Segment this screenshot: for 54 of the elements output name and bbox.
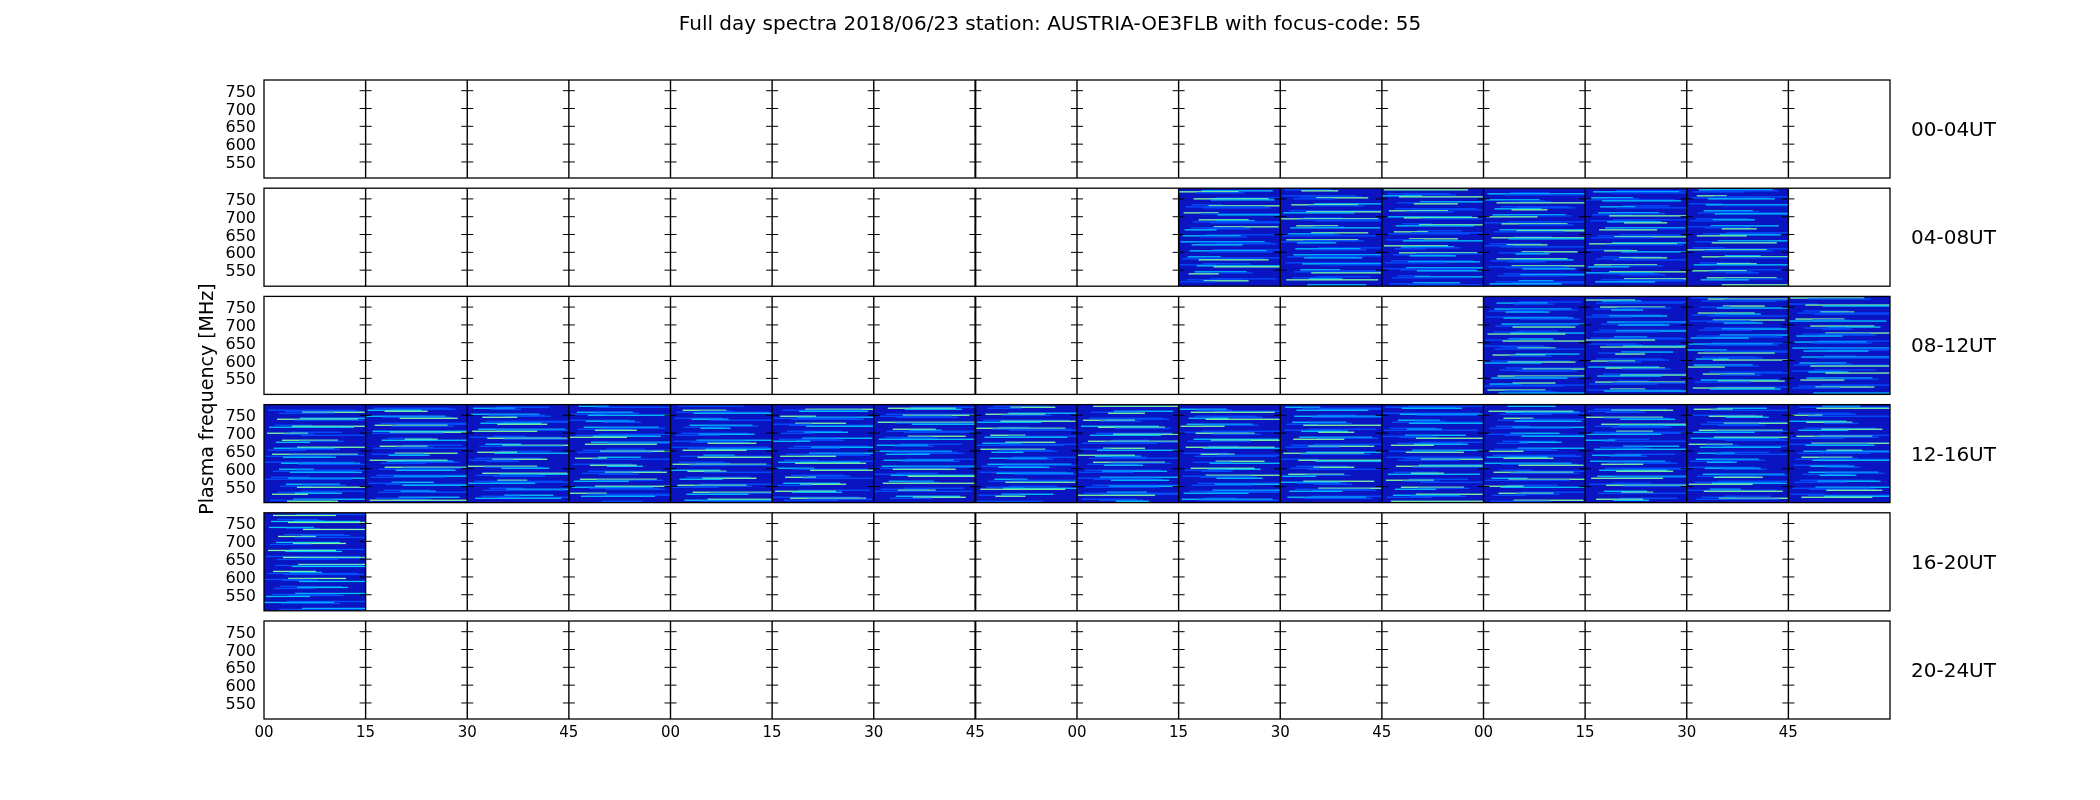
tick-label: 45 [559,723,579,741]
tick-label: 650 [225,117,256,137]
tick-label: 700 [225,640,256,660]
row-label: 04-08UT [1911,225,1996,250]
tick-label: 600 [225,676,256,696]
tick-label: 700 [225,315,256,335]
tick-label: 650 [225,658,256,678]
tick-label: 550 [225,261,256,281]
tick-label: 600 [225,567,256,587]
tick-label: 45 [1778,723,1798,741]
row-label: 08-12UT [1911,333,1996,358]
tick-label: 600 [225,135,256,155]
tick-label: 700 [225,424,256,444]
tick-label: 550 [225,477,256,497]
tick-label: 750 [225,298,256,318]
tick-label: 750 [225,514,256,534]
tick-label: 00 [660,723,681,741]
row-label: 00-04UT [1911,117,1996,141]
row-label: 20-24UT [1911,658,1996,682]
tick-label: 650 [225,550,256,570]
tick-label: 30 [457,723,477,741]
tick-label: 650 [225,225,256,245]
tick-label: 600 [225,351,256,371]
tick-label: 00 [1067,723,1087,741]
tick-label: 15 [356,723,376,741]
tick-label: 30 [1677,723,1697,741]
row-label: 16-20UT [1911,549,1996,574]
tick-label: 15 [762,723,782,741]
tick-label: 750 [225,189,256,209]
tick-label: 600 [225,459,256,479]
tick-label: 750 [225,81,256,101]
tick-label: 15 [1575,723,1595,741]
tick-label: 750 [225,406,256,426]
chart-title: Full day spectra 2018/06/23 station: AUSTRIA-OE3FLB with focus-code: 55 [678,11,1422,35]
tick-label: 15 [1169,723,1189,741]
tick-label: 00 [254,723,274,741]
tick-label: 550 [225,152,256,172]
tick-label: 30 [1270,723,1290,741]
tick-label: 650 [225,333,256,353]
tick-label: 700 [225,99,256,119]
tick-label: 00 [1473,723,1494,741]
tick-label: 750 [225,622,256,642]
tick-label: 550 [225,585,256,605]
row-label: 12-16UT [1911,441,1996,466]
tick-label: 30 [864,723,884,741]
tick-label: 700 [225,532,256,552]
tick-label: 550 [225,693,256,713]
tick-label: 700 [225,207,256,227]
tick-label: 650 [225,441,256,461]
tick-label: 550 [225,369,256,389]
tick-label: 600 [225,243,256,263]
tick-label: 45 [965,723,985,741]
tick-label: 45 [1372,723,1392,741]
axis-label: Plasma frequency [MHz] [195,283,217,515]
